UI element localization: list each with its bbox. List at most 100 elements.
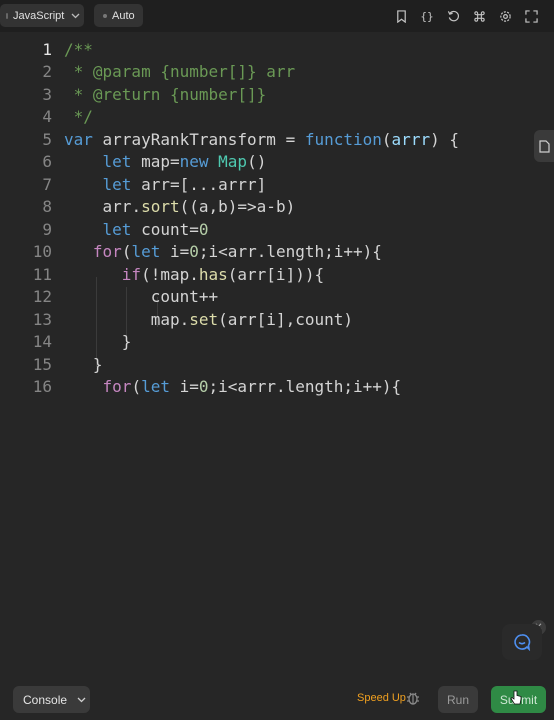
code-line[interactable]: 15 } <box>0 353 554 376</box>
auto-mode-button[interactable]: Auto <box>94 4 143 27</box>
code-text: map.set(arr[i],count) <box>64 310 353 329</box>
line-number: 13 <box>32 309 52 329</box>
code-token: ;i<arr.length;i++){ <box>198 242 382 262</box>
line-number: 7 <box>42 174 52 194</box>
code-line[interactable]: 2 * @param {number[]} arr <box>0 61 554 84</box>
code-token: set <box>189 309 219 329</box>
code-token: () <box>247 152 267 172</box>
code-editor[interactable]: 1 /** 2 * @param {number[]} arr 3 * @return… <box>0 32 554 672</box>
code-text: } <box>64 355 103 374</box>
code-token: Map <box>218 152 248 172</box>
code-token: count++ <box>150 287 219 307</box>
code-line[interactable]: 12 count++ <box>0 286 554 309</box>
line-number: 11 <box>32 264 52 284</box>
code-line[interactable]: 14 } <box>0 331 554 354</box>
code-line[interactable]: 4 */ <box>0 106 554 129</box>
code-token: (arr[i])){ <box>227 264 325 284</box>
code-token: ( <box>381 129 392 149</box>
code-token: let <box>102 152 132 172</box>
code-line[interactable]: 1 /** <box>0 38 554 61</box>
code-line[interactable]: 8 arr.sort((a,b)=>a-b) <box>0 196 554 219</box>
line-number: 6 <box>42 152 52 172</box>
code-text: count++ <box>64 287 218 306</box>
document-icon <box>538 139 550 153</box>
code-text: var arrayRankTransform = function(arrr) … <box>64 130 459 149</box>
line-number: 15 <box>32 354 52 374</box>
line-number: 2 <box>42 62 52 82</box>
code-text: * @return {number[]} <box>64 85 267 104</box>
code-line[interactable]: 11 if(!map.has(arr[i])){ <box>0 263 554 286</box>
editor-toolbar: JavaScript Auto {} <box>0 0 554 32</box>
code-token: ( <box>121 242 132 262</box>
code-token: 0 <box>198 219 209 239</box>
code-token: = <box>275 129 305 149</box>
braces-icon[interactable]: {} <box>418 7 436 25</box>
code-token: map= <box>131 152 180 172</box>
code-token: ) { <box>430 129 459 149</box>
code-token: i= <box>160 242 190 262</box>
code-token: ;i<arrr.length;i++){ <box>208 377 402 397</box>
chat-icon <box>514 634 531 651</box>
code-line[interactable]: 7 let arr=[...arrr] <box>0 173 554 196</box>
code-token: sort <box>141 197 180 217</box>
code-token: for <box>102 377 132 397</box>
code-text: /** <box>64 40 93 59</box>
code-text: for(let i=0;i<arrr.length;i++){ <box>64 377 402 397</box>
bottom-action-bar: Console Speed Up Run Submit <box>0 678 554 720</box>
code-token: } <box>64 354 103 374</box>
code-token: . <box>131 197 142 217</box>
code-token: (!map. <box>141 264 199 284</box>
code-text: let arr=[...arrr] <box>64 174 267 194</box>
chevron-down-icon <box>77 697 86 703</box>
code-line[interactable]: 6 let map=new Map() <box>0 151 554 174</box>
language-dot-icon <box>6 12 8 19</box>
line-number: 12 <box>32 287 52 307</box>
assistant-chat-button[interactable] <box>502 624 542 660</box>
code-line[interactable]: 5 var arrayRankTransform = function(arrr)… <box>0 128 554 151</box>
code-text: let map=new Map() <box>64 152 267 172</box>
bookmark-icon[interactable] <box>392 7 410 25</box>
console-button[interactable]: Console <box>13 686 90 713</box>
chevron-down-icon <box>71 13 80 19</box>
line-number: 16 <box>32 377 52 397</box>
code-line[interactable]: 13 map.set(arr[i],count) <box>0 308 554 331</box>
code-token: if <box>121 264 142 284</box>
code-line[interactable]: 9 let count=0 <box>0 218 554 241</box>
code-token: let <box>102 174 132 194</box>
code-token: new <box>179 152 209 172</box>
settings-icon[interactable] <box>496 7 514 25</box>
line-number: 5 <box>42 129 52 149</box>
console-label: Console <box>23 692 68 707</box>
code-token: 0 <box>198 377 209 397</box>
code-token: count= <box>131 219 199 239</box>
toolbar-icons: {} <box>392 0 540 32</box>
language-selector[interactable]: JavaScript <box>0 4 84 27</box>
line-number: 1 <box>42 39 52 59</box>
code-token: var <box>64 129 93 149</box>
language-label: JavaScript <box>13 9 65 22</box>
speed-up-link[interactable]: Speed Up <box>357 692 406 704</box>
description-tab[interactable] <box>534 130 554 162</box>
expand-icon[interactable] <box>522 7 540 25</box>
code-text: for(let i=0;i<arr.length;i++){ <box>64 242 382 261</box>
code-line[interactable]: 10 for(let i=0;i<arr.length;i++){ <box>0 241 554 264</box>
code-token: arrr <box>391 129 431 149</box>
code-line[interactable]: 16 for(let i=0;i<arrr.length;i++){ <box>0 376 554 399</box>
run-button[interactable]: Run <box>438 686 478 713</box>
debug-icon[interactable] <box>405 690 421 706</box>
code-token: ((a,b)=>a-b) <box>179 197 296 217</box>
command-icon[interactable] <box>470 7 488 25</box>
code-text: arr.sort((a,b)=>a-b) <box>64 197 296 217</box>
code-line[interactable]: 3 * @return {number[]} <box>0 83 554 106</box>
reset-icon[interactable] <box>444 7 462 25</box>
